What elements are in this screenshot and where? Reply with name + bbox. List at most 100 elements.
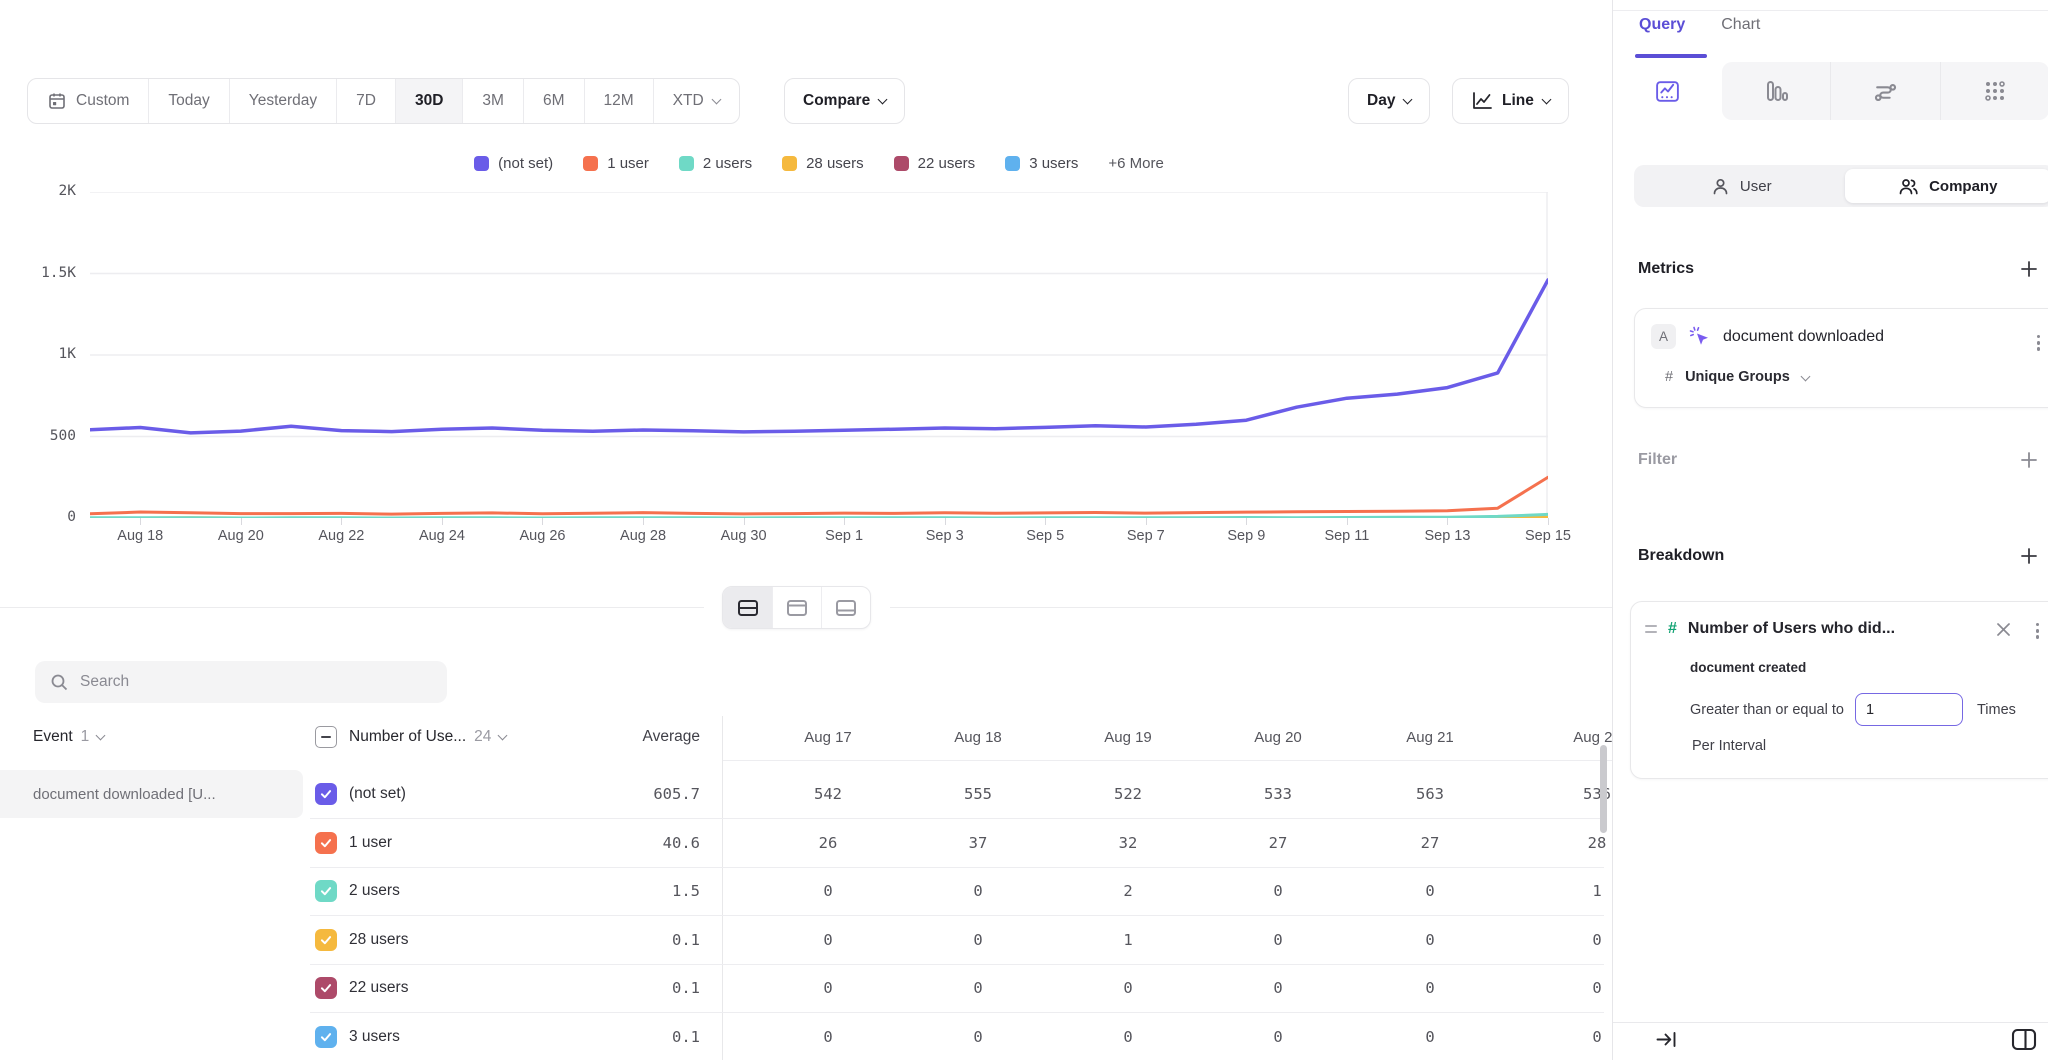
tab-query[interactable]: Query <box>1639 16 1685 34</box>
x-tick-mark <box>1447 518 1448 525</box>
range-6m[interactable]: 6M <box>523 79 584 123</box>
table-scrollbar[interactable] <box>1600 745 1607 833</box>
range-yesterday[interactable]: Yesterday <box>229 79 336 123</box>
range-today[interactable]: Today <box>148 79 228 123</box>
breakdown-card: # Number of Users who did... document cr… <box>1630 601 2048 779</box>
interval-dropdown[interactable]: Day <box>1348 78 1430 124</box>
range-3m[interactable]: 3M <box>462 79 523 123</box>
query-sidebar: Query Chart <box>1612 0 2048 1060</box>
condition-value-input[interactable] <box>1855 693 1963 726</box>
compare-button[interactable]: Compare <box>784 78 905 124</box>
legend-swatch <box>1005 156 1020 171</box>
series-count: 24 <box>474 728 491 746</box>
view-split-button[interactable] <box>723 587 772 628</box>
add-breakdown-button[interactable] <box>2020 547 2038 565</box>
cell-value: 0 <box>753 1013 903 1060</box>
range-12m[interactable]: 12M <box>584 79 653 123</box>
x-tick-mark <box>140 518 141 525</box>
breakdown-condition-row: Greater than or equal to Times <box>1690 693 2016 726</box>
inactive-chart-type-tabs <box>1722 62 2048 120</box>
scope-user-option[interactable]: User <box>1638 169 1845 203</box>
range-label: Yesterday <box>249 92 317 110</box>
collapse-sidebar-icon[interactable] <box>1655 1030 1678 1054</box>
scope-company-option[interactable]: Company <box>1845 169 2048 203</box>
event-header-label: Event <box>33 728 73 746</box>
chart-type-dropdown[interactable]: Line <box>1452 78 1569 124</box>
sidebar-tabs: Query Chart <box>1639 16 1760 34</box>
cell-value: 555 <box>903 770 1053 818</box>
chevron-down-icon <box>1800 371 1810 381</box>
legend-item-4[interactable]: 22 users <box>894 155 976 172</box>
view-toggle <box>722 586 871 629</box>
tab-chart[interactable]: Chart <box>1721 16 1760 34</box>
cell-value: 0 <box>1355 1013 1505 1060</box>
check-icon <box>319 836 333 850</box>
series-checkbox[interactable] <box>315 1026 337 1048</box>
range-7d[interactable]: 7D <box>336 79 395 123</box>
chart-type-grid-tab[interactable] <box>1940 62 2048 120</box>
metric-badge: A <box>1651 324 1676 349</box>
calendar-icon <box>47 91 67 111</box>
y-tick-label: 500 <box>6 428 76 444</box>
cell-value: 0 <box>903 1013 1053 1060</box>
legend-swatch <box>894 156 909 171</box>
series-checkbox[interactable] <box>315 832 337 854</box>
legend-item-3[interactable]: 28 users <box>782 155 864 172</box>
event-column-header[interactable]: Event 1 <box>33 714 104 760</box>
check-icon <box>319 981 333 995</box>
range-custom[interactable]: Custom <box>28 79 148 123</box>
range-30d[interactable]: 30D <box>395 79 462 123</box>
series-checkbox[interactable] <box>315 977 337 999</box>
chart-type-line-tab[interactable] <box>1613 62 1722 120</box>
panel-layout-icon[interactable] <box>2011 1028 2037 1056</box>
x-tick-mark <box>945 518 946 525</box>
series-label: (not set) <box>349 770 406 818</box>
series-label: 3 users <box>349 1013 400 1060</box>
chart-type-bar-tab[interactable] <box>1722 62 1830 120</box>
search-input[interactable] <box>80 673 432 691</box>
metric-kebab-menu[interactable] <box>2033 331 2044 355</box>
range-label: XTD <box>673 92 704 110</box>
scope-user-label: User <box>1740 178 1772 195</box>
breakdown-kebab-menu[interactable] <box>2032 619 2043 643</box>
chart-type-label: Line <box>1502 92 1534 110</box>
add-metric-button[interactable] <box>2020 260 2038 278</box>
series-column-header[interactable]: Number of Use... 24 <box>349 714 506 760</box>
remove-breakdown-button[interactable] <box>1993 619 2014 645</box>
add-filter-button[interactable] <box>2020 451 2038 469</box>
metric-measure-dropdown[interactable]: # Unique Groups <box>1665 369 1809 385</box>
event-count: 1 <box>81 728 90 746</box>
legend-item-5[interactable]: 3 users <box>1005 155 1078 172</box>
legend-more-label[interactable]: +6 More <box>1108 155 1163 172</box>
chart-type-flow-tab[interactable] <box>1830 62 1939 120</box>
per-interval-label: Per Interval <box>1692 738 1766 754</box>
legend-item-1[interactable]: 1 user <box>583 155 649 172</box>
x-tick-label: Aug 24 <box>397 528 487 544</box>
number-property-icon: # <box>1668 620 1677 638</box>
range-label: 3M <box>482 92 504 110</box>
range-label: 7D <box>356 92 376 110</box>
y-tick-label: 2K <box>6 183 76 199</box>
range-xtd[interactable]: XTD <box>653 79 739 123</box>
condition-unit-label: Times <box>1977 702 2016 718</box>
drag-handle-icon[interactable] <box>1645 625 1657 632</box>
search-icon <box>50 673 69 692</box>
series-checkbox[interactable] <box>315 783 337 805</box>
legend-item-2[interactable]: 2 users <box>679 155 752 172</box>
event-sparkle-cursor-icon <box>1688 325 1711 348</box>
cell-value: 0 <box>1203 916 1353 964</box>
metric-card[interactable]: A document downloaded # Unique Groups <box>1634 308 2048 408</box>
view-chart-only-button[interactable] <box>772 587 821 628</box>
select-all-checkbox[interactable] <box>315 726 337 748</box>
view-table-only-button[interactable] <box>821 587 870 628</box>
legend-item-0[interactable]: (not set) <box>474 155 553 172</box>
cell-value: 0 <box>1203 867 1353 915</box>
cell-value: 27 <box>1355 819 1505 867</box>
x-tick-mark <box>1548 518 1549 525</box>
table-row: 22 users0.1000000 <box>0 964 1612 1013</box>
analytics-app: CustomToday Yesterday 7D 30D 3M 6M12M XTD Comp… <box>0 0 2048 1060</box>
date-column-header: Aug 21 <box>1355 714 1505 760</box>
date-column-header: Aug 17 <box>753 714 903 760</box>
series-checkbox[interactable] <box>315 880 337 902</box>
series-checkbox[interactable] <box>315 929 337 951</box>
